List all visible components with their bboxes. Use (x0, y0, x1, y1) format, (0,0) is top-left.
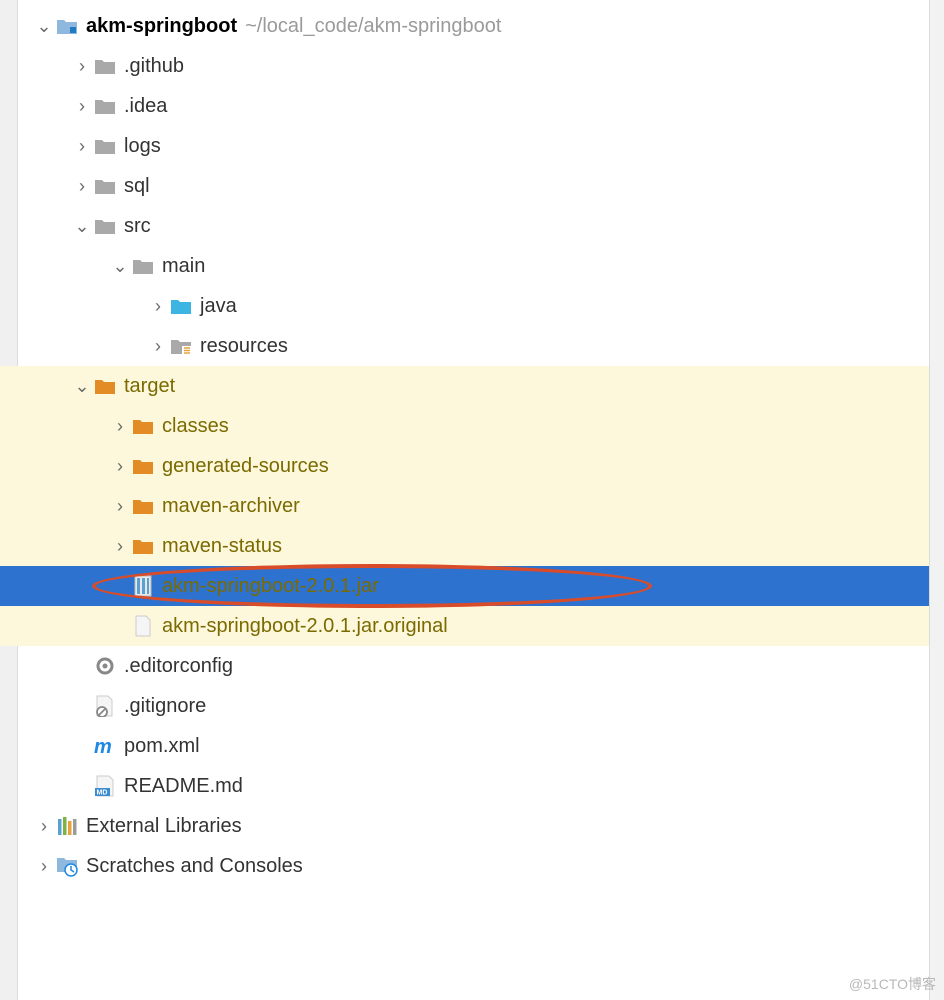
tree-item-readme-md[interactable]: MD README.md (0, 766, 929, 806)
jar-icon (130, 574, 156, 598)
chevron-right-icon[interactable]: › (34, 856, 54, 877)
tree-item--gitignore[interactable]: .gitignore (0, 686, 929, 726)
tree-item-label: target (124, 375, 175, 398)
arrow-spacer (72, 776, 92, 797)
folder-gray-icon (92, 214, 118, 238)
tree-item--editorconfig[interactable]: .editorconfig (0, 646, 929, 686)
tree-item-logs[interactable]: › logs (0, 126, 929, 166)
maven-icon: m (92, 734, 118, 758)
tree-item-label: java (200, 295, 237, 318)
chevron-right-icon[interactable]: › (110, 496, 130, 517)
tree-root[interactable]: ⌄ akm-springboot ~/local_code/akm-spring… (0, 6, 929, 46)
arrow-spacer (72, 696, 92, 717)
tree-item-label: .github (124, 55, 184, 78)
tree-item-pom-xml[interactable]: m pom.xml (0, 726, 929, 766)
tree-item-maven-status[interactable]: › maven-status (0, 526, 929, 566)
tree-item-main[interactable]: ⌄ main (0, 246, 929, 286)
tree-item-akm-springboot-2-0-1-jar-original[interactable]: akm-springboot-2.0.1.jar.original (0, 606, 929, 646)
file-denied-icon (92, 694, 118, 718)
tree-item-label: External Libraries (86, 815, 242, 838)
chevron-right-icon[interactable]: › (72, 176, 92, 197)
folder-orange-icon (92, 374, 118, 398)
project-tree[interactable]: ⌄ akm-springboot ~/local_code/akm-spring… (0, 0, 929, 886)
libraries-icon (54, 814, 80, 838)
folder-gray-icon (130, 254, 156, 278)
folder-gray-icon (92, 174, 118, 198)
tree-item-label: akm-springboot-2.0.1.jar (162, 575, 379, 598)
tree-item-label: akm-springboot-2.0.1.jar.original (162, 615, 448, 638)
folder-resources-icon (168, 334, 194, 358)
markdown-icon: MD (92, 774, 118, 798)
tree-item-label: maven-status (162, 535, 282, 558)
chevron-down-icon[interactable]: ⌄ (110, 256, 130, 277)
gear-icon (92, 654, 118, 678)
chevron-down-icon[interactable]: ⌄ (72, 216, 92, 237)
tree-item-java[interactable]: › java (0, 286, 929, 326)
arrow-spacer (72, 656, 92, 677)
tree-item-label: Scratches and Consoles (86, 855, 303, 878)
chevron-right-icon[interactable]: › (72, 136, 92, 157)
folder-orange-icon (130, 454, 156, 478)
chevron-right-icon[interactable]: › (34, 816, 54, 837)
folder-orange-icon (130, 494, 156, 518)
folder-gray-icon (92, 134, 118, 158)
folder-cyan-icon (168, 294, 194, 318)
chevron-right-icon[interactable]: › (148, 336, 168, 357)
root-name: akm-springboot (86, 15, 237, 38)
scratches-icon (54, 854, 80, 878)
tree-item-label: main (162, 255, 205, 278)
svg-text:MD: MD (97, 790, 108, 797)
file-icon (130, 614, 156, 638)
chevron-right-icon[interactable]: › (72, 56, 92, 77)
tree-item-classes[interactable]: › classes (0, 406, 929, 446)
tree-item-external-libraries[interactable]: › External Libraries (0, 806, 929, 846)
tree-item-label: README.md (124, 775, 243, 798)
tree-item-label: generated-sources (162, 455, 329, 478)
tree-item-label: resources (200, 335, 288, 358)
folder-gray-icon (92, 94, 118, 118)
chevron-right-icon[interactable]: › (110, 536, 130, 557)
folder-orange-icon (130, 414, 156, 438)
tree-item--idea[interactable]: › .idea (0, 86, 929, 126)
tree-item-resources[interactable]: › resources (0, 326, 929, 366)
tree-item-label: .idea (124, 95, 167, 118)
chevron-right-icon[interactable]: › (110, 456, 130, 477)
tree-item-akm-springboot-2-0-1-jar[interactable]: akm-springboot-2.0.1.jar (0, 566, 929, 606)
tree-item-label: .gitignore (124, 695, 206, 718)
root-path: ~/local_code/akm-springboot (245, 15, 501, 38)
tree-item-label: pom.xml (124, 735, 200, 758)
tree-item-label: sql (124, 175, 150, 198)
tree-item-generated-sources[interactable]: › generated-sources (0, 446, 929, 486)
chevron-down-icon[interactable]: ⌄ (72, 376, 92, 397)
tree-item-maven-archiver[interactable]: › maven-archiver (0, 486, 929, 526)
tree-item--github[interactable]: › .github (0, 46, 929, 86)
tree-item-sql[interactable]: › sql (0, 166, 929, 206)
chevron-right-icon[interactable]: › (110, 416, 130, 437)
tree-item-label: .editorconfig (124, 655, 233, 678)
tree-item-label: maven-archiver (162, 495, 300, 518)
arrow-spacer (72, 736, 92, 757)
svg-text:m: m (94, 736, 112, 757)
tree-item-src[interactable]: ⌄ src (0, 206, 929, 246)
arrow-spacer (110, 576, 130, 597)
module-folder-icon (54, 14, 80, 38)
folder-orange-icon (130, 534, 156, 558)
tree-item-target[interactable]: ⌄ target (0, 366, 929, 406)
chevron-down-icon[interactable]: ⌄ (34, 16, 54, 37)
chevron-right-icon[interactable]: › (72, 96, 92, 117)
tree-item-scratches-and-consoles[interactable]: › Scratches and Consoles (0, 846, 929, 886)
folder-gray-icon (92, 54, 118, 78)
tree-item-label: logs (124, 135, 161, 158)
right-scrollbar-track[interactable] (930, 0, 944, 1000)
project-tree-panel: ⌄ akm-springboot ~/local_code/akm-spring… (0, 0, 930, 1000)
tree-item-label: src (124, 215, 151, 238)
tree-item-label: classes (162, 415, 229, 438)
watermark: @51CTO博客 (849, 974, 936, 994)
chevron-right-icon[interactable]: › (148, 296, 168, 317)
arrow-spacer (110, 616, 130, 637)
